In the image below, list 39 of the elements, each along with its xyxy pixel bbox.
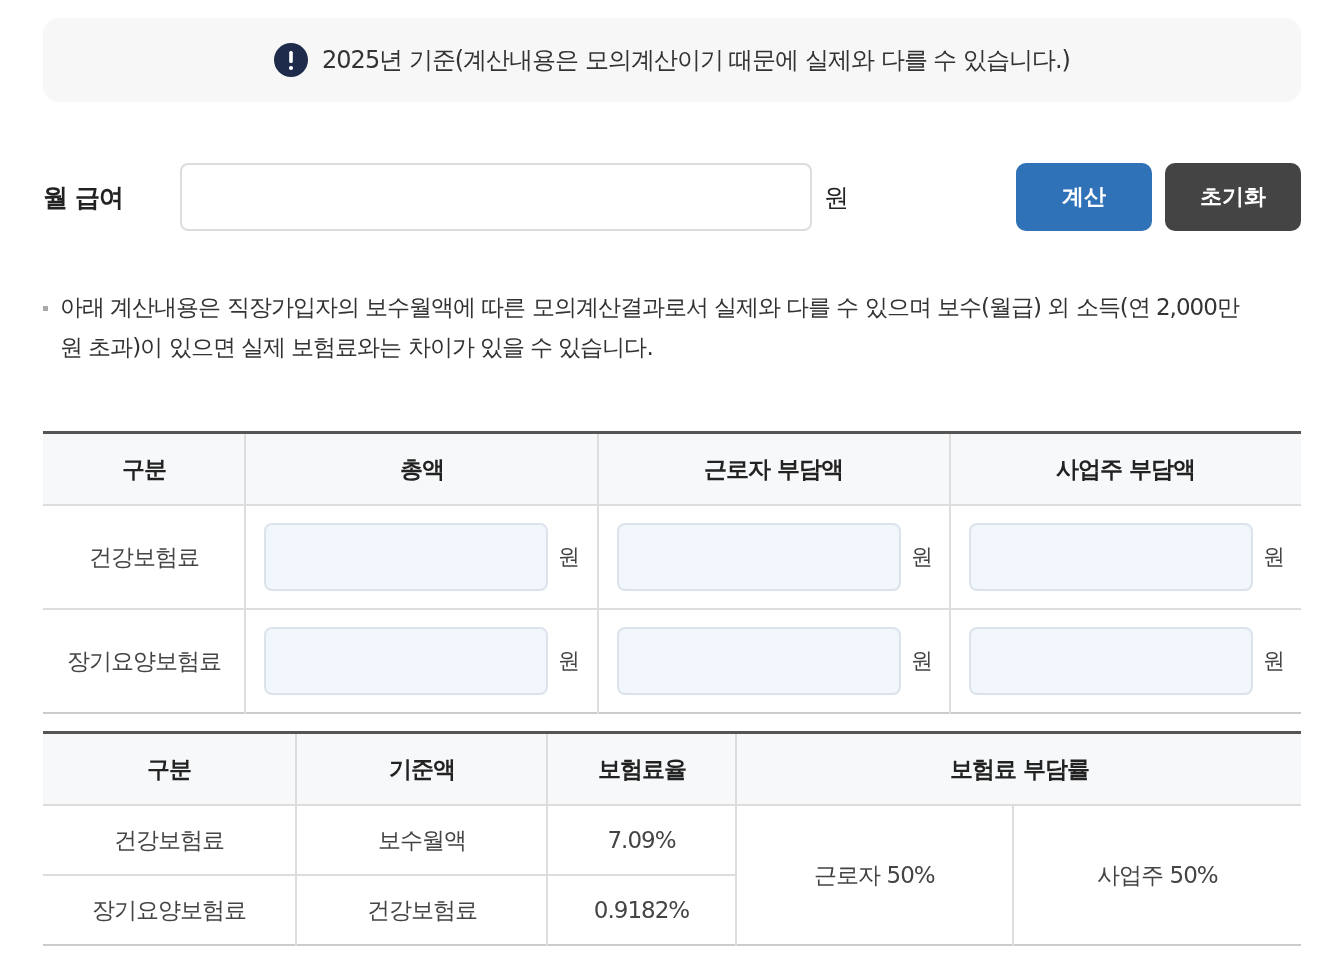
- row-label: 건강보험료: [43, 505, 245, 609]
- column-header: 총액: [245, 432, 598, 505]
- amount-field[interactable]: [264, 523, 548, 591]
- table-cell: 장기요양보험료: [43, 875, 296, 945]
- reset-button[interactable]: 초기화: [1165, 163, 1301, 231]
- unit-label: 원: [558, 543, 579, 571]
- bullet-icon: [43, 306, 48, 311]
- unit-label: 원: [1263, 647, 1284, 675]
- exclamation-icon: [274, 43, 309, 77]
- calculate-button[interactable]: 계산: [1016, 163, 1152, 231]
- share-cell: 근로자 50%: [736, 805, 1013, 945]
- amount-field[interactable]: [617, 523, 901, 591]
- share-cell: 사업주 50%: [1013, 805, 1301, 945]
- column-header: 근로자 부담액: [598, 432, 950, 505]
- column-header: 기준액: [296, 732, 547, 805]
- unit-label: 원: [911, 543, 932, 571]
- unit-label: 원: [911, 647, 932, 675]
- unit-label: 원: [1263, 543, 1284, 571]
- table-cell: 건강보험료: [296, 875, 547, 945]
- column-header: 구분: [43, 432, 245, 505]
- amount-field[interactable]: [264, 627, 548, 695]
- unit-label: 원: [558, 647, 579, 675]
- amount-field[interactable]: [617, 627, 901, 695]
- unit-label: 원: [824, 181, 850, 214]
- table-cell: 보수월액: [296, 805, 547, 875]
- salary-field[interactable]: [180, 163, 812, 231]
- salary-label: 월 급여: [43, 181, 124, 214]
- table-cell: 7.09%: [547, 805, 736, 875]
- notice-text: 2025년 기준(계산내용은 모의계산이기 때문에 실제와 다를 수 있습니다.): [322, 45, 1070, 76]
- note-text: 아래 계산내용은 직장가입자의 보수월액에 따른 모의계산결과로서 실제와 다를 수 있으며 보수(월급) 외 소득(연 2,000만원 초과)이 있으면 실제 보험료와는 차이가 있을 수 있습니다.: [60, 293, 1240, 362]
- amount-field[interactable]: [969, 627, 1253, 695]
- row-label: 장기요양보험료: [43, 609, 245, 713]
- amount-field[interactable]: [969, 523, 1253, 591]
- column-header: 사업주 부담액: [950, 432, 1301, 505]
- column-header: 보험료 부담률: [736, 732, 1301, 805]
- table-cell: 건강보험료: [43, 805, 296, 875]
- table-cell: 0.9182%: [547, 875, 736, 945]
- column-header: 구분: [43, 732, 296, 805]
- column-header: 보험료율: [547, 732, 736, 805]
